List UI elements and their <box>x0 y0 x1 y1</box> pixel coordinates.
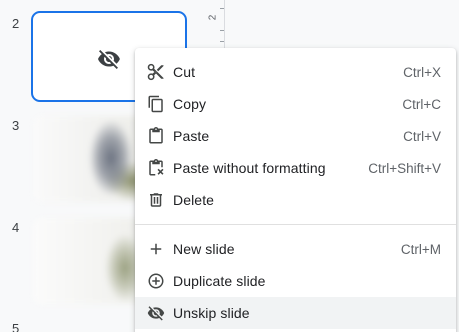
menu-item-label: Unskip slide <box>173 305 250 321</box>
menu-item-copy[interactable]: Copy Ctrl+C <box>135 88 456 120</box>
menu-item-delete[interactable]: Delete <box>135 184 456 216</box>
menu-item-paste-without-formatting[interactable]: Paste without formatting Ctrl+Shift+V <box>135 152 456 184</box>
trash-icon <box>147 191 165 209</box>
duplicate-icon <box>147 272 165 290</box>
context-menu: Cut Ctrl+X Copy Ctrl+C Paste Ctrl+V Past… <box>135 48 456 332</box>
menu-item-label: New slide <box>173 241 235 257</box>
menu-item-label: Delete <box>173 192 215 208</box>
menu-item-unskip-slide[interactable]: Unskip slide <box>135 297 456 329</box>
ruler-tick <box>220 30 224 31</box>
slide-number: 4 <box>12 220 20 235</box>
menu-item-shortcut: Ctrl+Shift+V <box>368 160 441 176</box>
menu-item-label: Duplicate slide <box>173 273 266 289</box>
menu-item-label: Paste without formatting <box>173 160 326 176</box>
menu-item-paste[interactable]: Paste Ctrl+V <box>135 120 456 152</box>
paste-without-formatting-icon <box>147 159 165 177</box>
ruler-label: 2 <box>207 14 219 21</box>
paste-icon <box>147 127 165 145</box>
cut-icon <box>147 63 165 81</box>
eye-off-icon <box>147 304 165 322</box>
slide-number: 5 <box>12 321 20 332</box>
menu-item-label: Cut <box>173 64 196 80</box>
menu-item-shortcut: Ctrl+C <box>402 96 441 112</box>
menu-item-new-slide[interactable]: New slide Ctrl+M <box>135 233 456 265</box>
ruler-tick <box>220 41 224 42</box>
menu-item-shortcut: Ctrl+X <box>403 64 441 80</box>
menu-divider <box>135 224 456 225</box>
menu-item-label: Paste <box>173 128 210 144</box>
plus-icon <box>147 240 165 258</box>
menu-item-shortcut: Ctrl+M <box>400 241 441 257</box>
menu-item-duplicate-slide[interactable]: Duplicate slide <box>135 265 456 297</box>
menu-item-label: Copy <box>173 96 207 112</box>
menu-item-cut[interactable]: Cut Ctrl+X <box>135 56 456 88</box>
copy-icon <box>147 95 165 113</box>
slide-number: 3 <box>12 118 20 133</box>
eye-off-icon <box>97 47 121 71</box>
menu-item-shortcut: Ctrl+V <box>403 128 441 144</box>
ruler-tick <box>220 8 224 9</box>
slide-number: 2 <box>12 16 20 31</box>
